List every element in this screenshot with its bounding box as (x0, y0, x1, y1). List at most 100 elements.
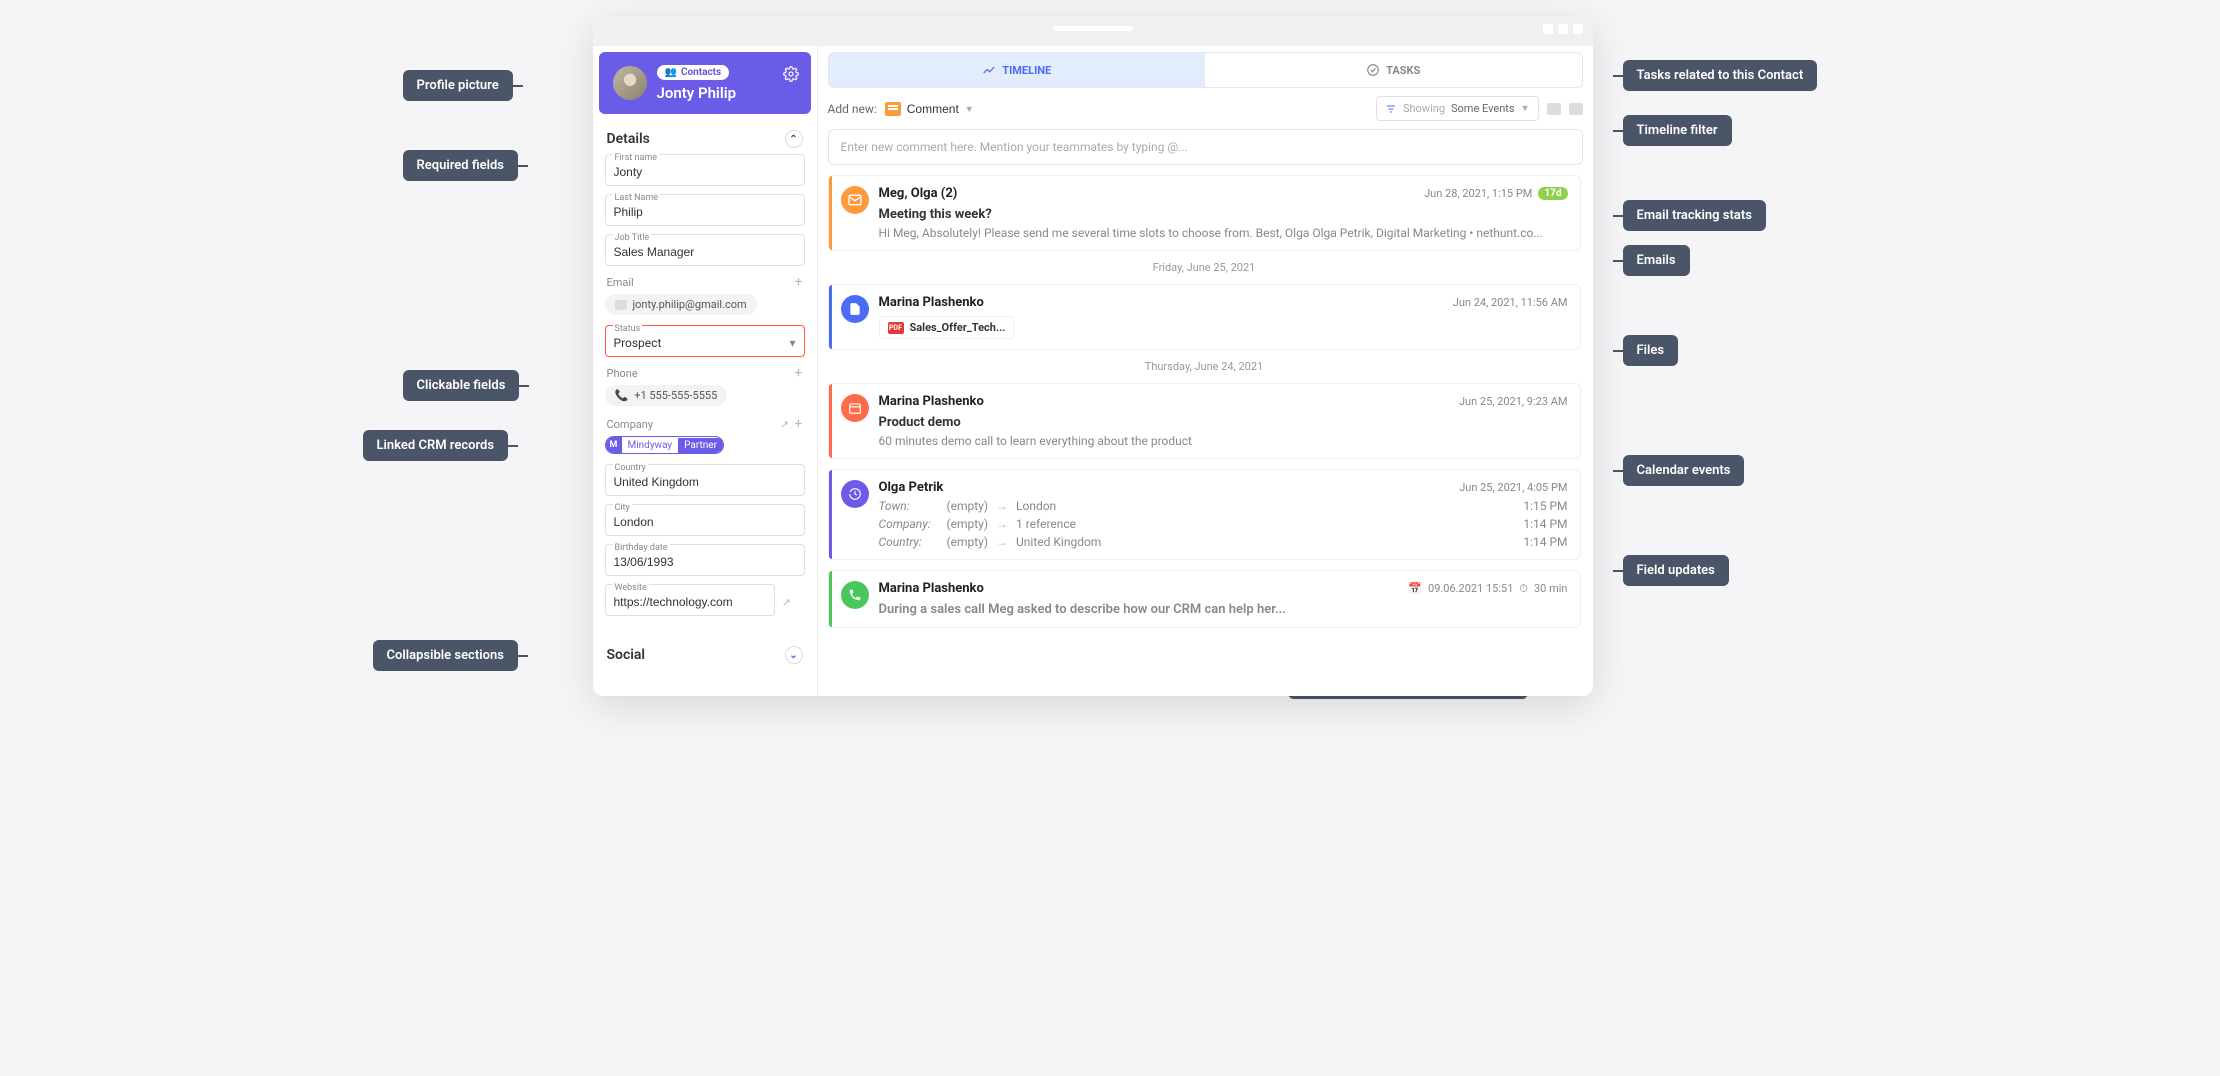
profile-name: Jonty Philip (657, 84, 737, 102)
add-phone-icon[interactable]: + (795, 365, 803, 381)
callout-updates: Field updates (1623, 555, 1729, 586)
email-from: Meg, Olga (2) (879, 186, 958, 201)
add-comment-button[interactable]: Comment ▼ (885, 102, 974, 116)
email-pill[interactable]: jonty.philip@gmail.com (605, 294, 757, 315)
city-field[interactable]: City (605, 504, 805, 536)
gear-icon[interactable] (783, 66, 799, 82)
tasks-icon (1366, 63, 1380, 77)
company-chip[interactable]: M Mindyway Partner (605, 436, 724, 454)
company-label: Company (607, 418, 654, 431)
mail-icon (615, 300, 627, 310)
tab-tasks[interactable]: TASKS (1205, 53, 1582, 87)
folder-name: Contacts (681, 67, 721, 78)
file-chip[interactable]: PDF Sales_Offer_Tech... (879, 316, 1015, 339)
feed-email-card[interactable]: Meg, Olga (2) Jun 28, 2021, 1:15 PM 17d … (828, 175, 1581, 251)
update-date: Jun 25, 2021, 4:05 PM (1459, 481, 1567, 494)
clock-icon: ⏱ (1519, 582, 1528, 596)
feed-file-card[interactable]: Marina Plashenko Jun 24, 2021, 11:56 AM … (828, 284, 1581, 350)
tab-tasks-label: TASKS (1386, 64, 1420, 77)
callout-files: Files (1623, 335, 1679, 366)
website-open-icon[interactable]: ↗ (782, 596, 791, 609)
birthday-field[interactable]: Birthday date (605, 544, 805, 576)
job-title-label: Job Title (613, 233, 652, 243)
phone-label: Phone (607, 367, 638, 380)
event-date: Jun 25, 2021, 9:23 AM (1459, 395, 1568, 408)
callout-profile-picture: Profile picture (403, 70, 513, 101)
pdf-icon: PDF (888, 322, 904, 334)
file-name: Sales_Offer_Tech... (910, 321, 1006, 334)
callout-collapsible: Collapsible sections (373, 640, 518, 671)
status-field[interactable]: Status Prospect ▾ (605, 325, 805, 357)
call-from: Marina Plashenko (879, 581, 984, 596)
website-field[interactable]: Website (605, 584, 775, 616)
avatar[interactable] (613, 66, 647, 100)
showing-label: Showing (1403, 102, 1445, 115)
event-desc: 60 minutes demo call to learn everything… (879, 434, 1568, 448)
phone-pill[interactable]: 📞 +1 555-555-5555 (605, 385, 728, 406)
tab-timeline[interactable]: TIMELINE (829, 53, 1206, 87)
open-link-icon[interactable]: ↗ (780, 418, 789, 431)
callout-emails: Emails (1623, 245, 1690, 276)
country-label: Country (613, 463, 648, 473)
timeline-filter[interactable]: Showing Some Events ▼ (1376, 96, 1539, 121)
social-title: Social (607, 647, 646, 663)
phone-icon: 📞 (615, 389, 629, 402)
timeline-icon (982, 63, 996, 77)
event-title: Product demo (879, 415, 1568, 430)
social-section-header[interactable]: Social ⌄ (605, 636, 805, 670)
tracking-badge: 17d (1538, 187, 1567, 200)
comment-label: Comment (907, 102, 959, 116)
update-from: Olga Petrik (879, 480, 944, 495)
feed-update-card[interactable]: Olga Petrik Jun 25, 2021, 4:05 PM Town: … (828, 469, 1581, 560)
date-separator: Thursday, June 24, 2021 (828, 360, 1581, 373)
status-label: Status (613, 324, 643, 334)
profile-header: 👥 Contacts Jonty Philip (599, 52, 811, 114)
last-name-label: Last Name (613, 193, 661, 203)
update-row: Town: (empty)→London 1:15 PM (879, 499, 1568, 513)
city-label: City (613, 503, 632, 513)
first-name-field[interactable]: First name (605, 154, 805, 186)
chevron-down-icon[interactable]: ⌄ (785, 646, 803, 664)
phone-value: +1 555-555-5555 (634, 389, 717, 402)
chevron-up-icon[interactable]: ⌃ (785, 130, 803, 148)
filter-value: Some Events (1451, 102, 1515, 115)
update-row: Country: (empty)→United Kingdom 1:14 PM (879, 535, 1568, 549)
layout-icon-1[interactable] (1547, 103, 1561, 115)
email-value: jonty.philip@gmail.com (633, 298, 747, 311)
folder-pill[interactable]: 👥 Contacts (657, 65, 730, 80)
feed-event-card[interactable]: Marina Plashenko Jun 25, 2021, 9:23 AM P… (828, 383, 1581, 459)
calendar-icon (841, 394, 869, 422)
job-title-field[interactable]: Job Title (605, 234, 805, 266)
callout-timeline-filter: Timeline filter (1623, 115, 1732, 146)
filter-icon (1385, 103, 1397, 115)
chevron-down-icon[interactable]: ▾ (789, 336, 795, 350)
update-row: Company: (empty)→1 reference 1:14 PM (879, 517, 1568, 531)
callout-required-fields: Required fields (403, 150, 518, 181)
email-body: Hi Meg, Absolutely! Please send me sever… (879, 226, 1568, 240)
call-duration: 30 min (1534, 582, 1568, 595)
comment-input[interactable]: Enter new comment here. Mention your tea… (828, 129, 1583, 165)
people-icon: 👥 (665, 67, 677, 78)
feed-call-card[interactable]: Marina Plashenko 📅 09.06.2021 15:51 ⏱ 30… (828, 570, 1581, 628)
call-datetime: 09.06.2021 15:51 (1428, 582, 1513, 595)
toolbar: Add new: Comment ▼ Showing Some Events ▼ (828, 96, 1583, 121)
add-company-icon[interactable]: + (795, 416, 803, 432)
tabs: TIMELINE TASKS (828, 52, 1583, 88)
layout-icon-2[interactable] (1569, 103, 1583, 115)
file-date: Jun 24, 2021, 11:56 AM (1453, 296, 1568, 309)
city-input[interactable] (605, 504, 805, 536)
date-separator: Friday, June 25, 2021 (828, 261, 1581, 274)
history-icon (841, 480, 869, 508)
email-subject: Meeting this week? (879, 207, 1568, 222)
comment-icon (885, 102, 901, 116)
status-value: Prospect (614, 336, 662, 350)
call-desc: During a sales call Meg asked to describ… (879, 602, 1568, 617)
last-name-field[interactable]: Last Name (605, 194, 805, 226)
first-name-label: First name (613, 153, 660, 163)
app-window: 👥 Contacts Jonty Philip Details ⌃ (593, 16, 1593, 696)
details-section-header[interactable]: Details ⌃ (605, 120, 805, 154)
country-field[interactable]: Country (605, 464, 805, 496)
add-email-icon[interactable]: + (795, 274, 803, 290)
timeline-feed: Meg, Olga (2) Jun 28, 2021, 1:15 PM 17d … (828, 175, 1583, 696)
website-label: Website (613, 583, 649, 593)
